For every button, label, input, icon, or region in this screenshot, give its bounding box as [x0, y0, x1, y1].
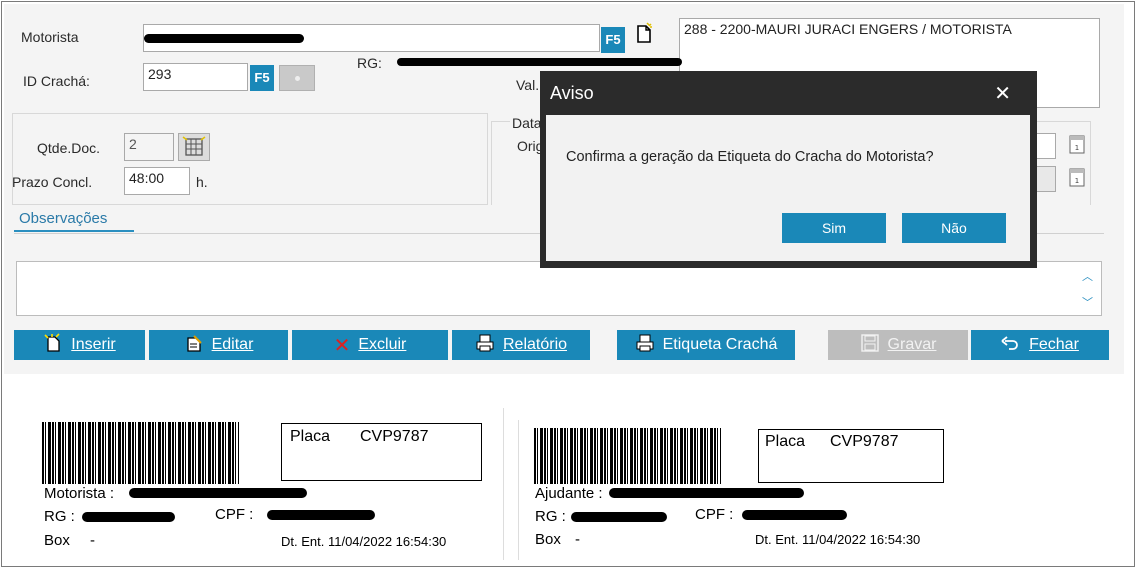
id-cracha-label: ID Crachá:	[23, 73, 90, 89]
placa-value: CVP9787	[830, 433, 899, 450]
badge-label-motorista: 2022000002102201 Placa CVP9787 Motorista…	[14, 408, 504, 560]
fechar-button[interactable]: Fechar	[971, 330, 1109, 360]
redacted-rg	[571, 512, 667, 522]
cpf-label: CPF :	[215, 506, 254, 523]
redacted-cpf	[742, 510, 847, 520]
date-origin-input[interactable]	[1036, 133, 1056, 159]
aviso-dialog: Aviso ✕ Confirma a geração da Etiqueta d…	[540, 71, 1037, 268]
redacted-rg-cnh	[397, 58, 682, 66]
svg-text:1: 1	[1075, 177, 1079, 185]
edit-icon	[184, 333, 204, 358]
scroll-down-icon[interactable]: ﹀	[1082, 294, 1093, 310]
save-icon	[860, 333, 880, 358]
etiqueta-cracha-button[interactable]: Etiqueta Crachá	[617, 330, 795, 360]
role-label: Motorista :	[44, 485, 115, 502]
observacoes-textarea[interactable]: ︿ ﹀	[16, 261, 1102, 316]
badge-label-ajudante: 2022000002102200 Placa CVP9787 Ajudante …	[518, 420, 963, 560]
box-value: -	[90, 532, 95, 549]
etiqueta-cracha-label: Etiqueta Crachá	[662, 336, 778, 353]
rg-label: RG :	[535, 508, 566, 525]
relatorio-label: Relatório	[502, 336, 568, 353]
prazo-unit: h.	[196, 174, 208, 190]
new-document-icon[interactable]	[633, 22, 655, 46]
box-label: Box	[44, 532, 70, 549]
sim-button[interactable]: Sim	[782, 213, 886, 243]
barcode	[42, 422, 239, 484]
excluir-label: Excluir	[358, 336, 407, 353]
fechar-label: Fechar	[1029, 336, 1079, 353]
motorista-label: Motorista	[21, 29, 79, 45]
undo-arrow-icon	[1001, 335, 1021, 356]
redacted-name	[129, 488, 307, 498]
date-second-input[interactable]	[1036, 166, 1056, 192]
calendar-icon[interactable]: 1	[1068, 166, 1086, 191]
qtde-doc-label: Qtde.Doc.	[37, 140, 101, 156]
placa-label: Placa	[290, 428, 331, 445]
box-label: Box	[535, 531, 561, 548]
calendar-icon[interactable]: 1	[1068, 133, 1086, 158]
close-icon[interactable]: ✕	[994, 81, 1011, 106]
data-section-label: Data	[510, 115, 544, 131]
svg-text:1: 1	[1075, 144, 1079, 152]
cracha-option-button[interactable]	[279, 65, 315, 91]
tab-observacoes[interactable]: Observações	[14, 206, 134, 232]
gravar-label: Gravar	[887, 336, 937, 353]
inserir-button[interactable]: Inserir	[14, 330, 145, 360]
printer-icon	[475, 333, 495, 358]
delete-x-icon: ✕	[333, 334, 351, 357]
prazo-label: Prazo Concl.	[12, 174, 93, 190]
motorista-input[interactable]	[143, 24, 600, 52]
editar-button[interactable]: Editar	[149, 330, 288, 360]
validity-label: Val.	[516, 77, 540, 93]
placa-box: Placa CVP9787	[281, 423, 482, 481]
entry-date: Dt. Ent. 11/04/2022 16:54:30	[755, 532, 921, 547]
scroll-up-icon[interactable]: ︿	[1082, 268, 1093, 284]
documents-section	[12, 113, 488, 205]
nao-button[interactable]: Não	[902, 213, 1006, 243]
associated-person-text: 288 - 2200-MAURI JURACI ENGERS / MOTORIS…	[684, 21, 1012, 37]
excluir-button[interactable]: ✕ Excluir	[292, 330, 448, 360]
id-cracha-input[interactable]: 293	[143, 63, 248, 91]
relatorio-button[interactable]: Relatório	[452, 330, 590, 360]
printer-icon	[635, 333, 655, 358]
redacted-name	[609, 488, 804, 498]
rg-label: RG :	[44, 508, 75, 525]
dialog-message: Confirma a geração da Etiqueta do Cracha…	[566, 149, 934, 165]
redacted-rg	[82, 512, 175, 522]
insert-icon	[43, 332, 63, 358]
inserir-label: Inserir	[71, 336, 116, 353]
qtde-doc-input[interactable]: 2	[124, 133, 174, 161]
redacted-cpf	[267, 510, 375, 520]
box-value: -	[575, 531, 580, 548]
placa-label: Placa	[765, 433, 806, 450]
role-label: Ajudante :	[535, 485, 603, 502]
gravar-button[interactable]: Gravar	[828, 330, 968, 360]
dialog-title: Aviso	[550, 83, 594, 103]
placa-value: CVP9787	[360, 428, 429, 445]
entry-date: Dt. Ent. 11/04/2022 16:54:30	[281, 534, 447, 549]
barcode	[534, 428, 721, 484]
redacted-name	[144, 34, 304, 43]
rg-label: RG:	[357, 55, 382, 71]
placa-box: Placa CVP9787	[758, 429, 944, 483]
f5-motorista-button[interactable]: F5	[601, 27, 625, 53]
dialog-body: Confirma a geração da Etiqueta do Cracha…	[546, 115, 1030, 261]
editar-label: Editar	[211, 336, 254, 353]
f5-cracha-button[interactable]: F5	[250, 65, 274, 91]
grid-icon[interactable]	[178, 133, 210, 161]
cpf-label: CPF :	[695, 506, 734, 523]
prazo-input[interactable]: 48:00	[124, 167, 190, 195]
